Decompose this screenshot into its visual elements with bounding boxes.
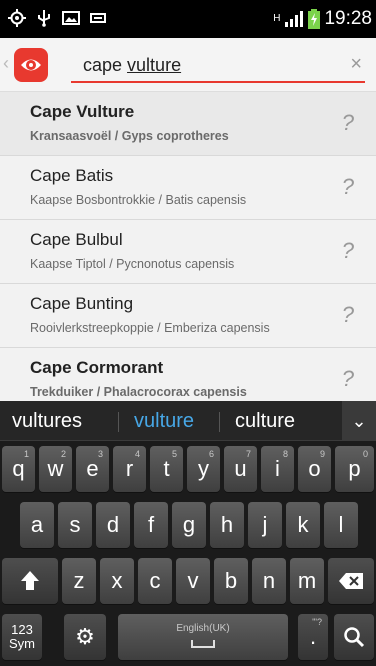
bird-subtitle: Kaapse Tiptol / Pycnonotus capensis: [30, 257, 235, 271]
key-v[interactable]: v: [176, 558, 210, 604]
bird-subtitle: Kaapse Bosbontrokkie / Batis capensis: [30, 193, 247, 207]
system-icons: H 19:28: [273, 8, 372, 30]
suggestion-strip: vultures vulture culture ⌄: [0, 401, 376, 441]
list-item[interactable]: Cape Bulbul Kaapse Tiptol / Pycnonotus c…: [0, 220, 376, 284]
key-x[interactable]: x: [100, 558, 134, 604]
search-query-word: vulture: [127, 54, 182, 75]
network-type-icon: H: [273, 13, 281, 24]
backspace-icon: [339, 573, 363, 589]
key-k[interactable]: k: [286, 502, 320, 548]
space-icon: [191, 640, 215, 648]
play-call-icon[interactable]: ?: [342, 302, 354, 328]
clear-search-icon[interactable]: ×: [350, 53, 362, 76]
key-i[interactable]: i8: [261, 446, 294, 492]
key-y[interactable]: y6: [187, 446, 220, 492]
bird-name: Cape Bunting: [30, 294, 134, 313]
search-bar: ‹ cape vulture ×: [0, 38, 376, 92]
key-l[interactable]: l: [324, 502, 358, 548]
key-z[interactable]: z: [62, 558, 96, 604]
list-item[interactable]: Cape Vulture Kransaasvoël / Gyps coproth…: [0, 92, 376, 156]
bird-name: Cape Vulture: [30, 102, 135, 121]
key-b[interactable]: b: [214, 558, 248, 604]
voicemail-icon: [90, 13, 106, 23]
key-p[interactable]: p0: [335, 446, 374, 492]
bird-subtitle: Rooivlerkstreepkoppie / Emberiza capensi…: [30, 321, 270, 335]
back-chevron-icon[interactable]: ‹: [3, 53, 9, 74]
notification-icons: [8, 9, 107, 27]
battery-charging-icon: [308, 9, 321, 29]
settings-key[interactable]: ⚙: [64, 614, 106, 660]
results-list: Cape Vulture Kransaasvoël / Gyps coproth…: [0, 92, 376, 401]
key-m[interactable]: m: [290, 558, 324, 604]
search-key[interactable]: [334, 614, 374, 660]
app-logo-icon[interactable]: [14, 48, 48, 82]
bird-subtitle: Trekduiker / Phalacrocorax capensis: [30, 385, 247, 399]
search-underline: [71, 81, 365, 83]
suggestion-divider: [118, 412, 119, 432]
play-call-icon[interactable]: ?: [342, 110, 354, 136]
shift-icon: [21, 571, 39, 590]
key-r[interactable]: r4: [113, 446, 146, 492]
suggestion-divider: [219, 412, 220, 432]
bird-name: Cape Cormorant: [30, 358, 164, 377]
key-n[interactable]: n: [252, 558, 286, 604]
key-f[interactable]: f: [134, 502, 168, 548]
key-w[interactable]: w2: [39, 446, 72, 492]
space-key[interactable]: English(UK): [118, 614, 288, 660]
soft-keyboard: vultures vulture culture ⌄ q1 w2 e3 r4 t…: [0, 401, 376, 666]
symbols-key[interactable]: 123 Sym: [2, 614, 42, 660]
backspace-key[interactable]: [328, 558, 374, 604]
key-t[interactable]: t5: [150, 446, 183, 492]
search-input[interactable]: cape vulture: [71, 48, 336, 82]
key-d[interactable]: d: [96, 502, 130, 548]
key-c[interactable]: c: [138, 558, 172, 604]
key-e[interactable]: e3: [76, 446, 109, 492]
search-query-prefix: cape: [83, 54, 128, 75]
bird-name: Cape Bulbul: [30, 230, 123, 249]
list-item[interactable]: Cape Batis Kaapse Bosbontrokkie / Batis …: [0, 156, 376, 220]
suggestion-1[interactable]: vultures: [12, 410, 82, 433]
clock: 19:28: [324, 8, 372, 29]
key-u[interactable]: u7: [224, 446, 257, 492]
search-icon: [344, 627, 365, 648]
key-g[interactable]: g: [172, 502, 206, 548]
key-h[interactable]: h: [210, 502, 244, 548]
play-call-icon[interactable]: ?: [342, 238, 354, 264]
collapse-suggestions-icon[interactable]: ⌄: [342, 401, 376, 441]
play-call-icon[interactable]: ?: [342, 366, 354, 392]
key-j[interactable]: j: [248, 502, 282, 548]
gps-icon: [8, 9, 26, 27]
key-a[interactable]: a: [20, 502, 54, 548]
settings-gear-icon: ⚙: [75, 624, 95, 649]
bird-subtitle: Kransaasvoël / Gyps coprotheres: [30, 129, 229, 143]
key-q[interactable]: q1: [2, 446, 35, 492]
suggestion-3[interactable]: culture: [235, 410, 295, 433]
period-key[interactable]: . '"?: [298, 614, 328, 660]
play-call-icon[interactable]: ?: [342, 174, 354, 200]
image-icon: [62, 11, 80, 25]
bird-name: Cape Batis: [30, 166, 114, 185]
list-item[interactable]: Cape Bunting Rooivlerkstreepkoppie / Emb…: [0, 284, 376, 348]
signal-icon: [285, 11, 304, 27]
usb-icon: [38, 10, 50, 27]
key-s[interactable]: s: [58, 502, 92, 548]
suggestion-2[interactable]: vulture: [134, 410, 194, 433]
shift-key[interactable]: [2, 558, 58, 604]
status-bar: H 19:28: [0, 0, 376, 38]
list-item[interactable]: Cape Cormorant Trekduiker / Phalacrocora…: [0, 348, 376, 401]
key-o[interactable]: o9: [298, 446, 331, 492]
